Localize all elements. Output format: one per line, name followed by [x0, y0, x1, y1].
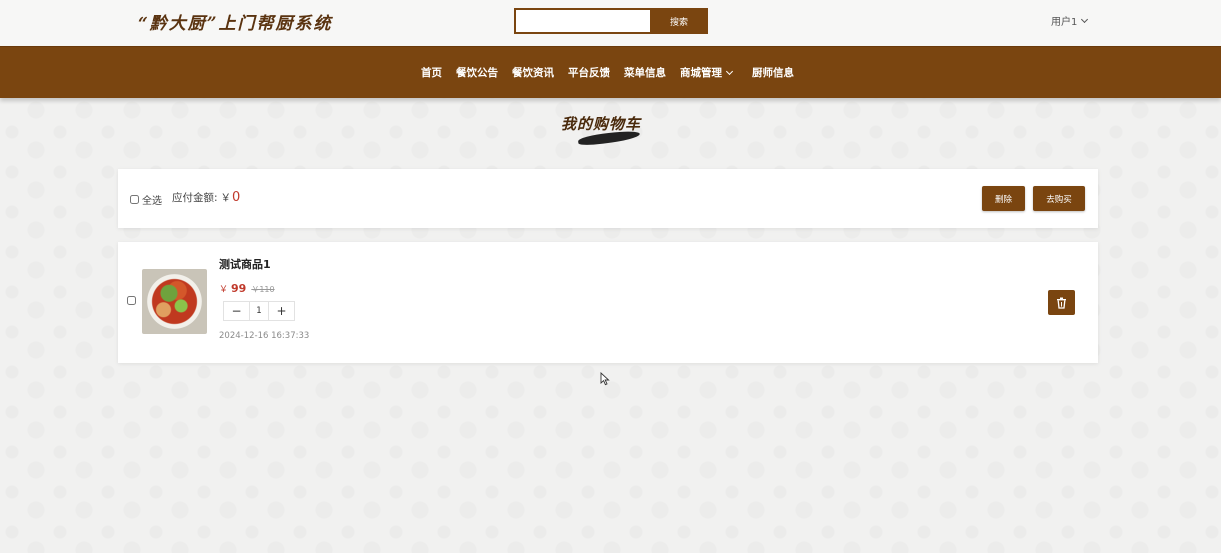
original-price: ￥110 [251, 285, 275, 294]
item-price: 99 [231, 282, 247, 295]
nav-item-home[interactable]: 首页 [421, 65, 442, 80]
nav-item-label: 餐饮公告 [456, 67, 498, 79]
item-prices: ￥ 99 ￥110 [219, 282, 275, 295]
nav-item-label: 商城管理 [680, 67, 722, 79]
site-logo[interactable]: “黔大厨”上门帮厨系统 [138, 9, 333, 34]
nav-item-label: 菜单信息 [624, 67, 666, 79]
nav-item-menu-info[interactable]: 菜单信息 [624, 65, 666, 80]
chevron-down-icon [725, 67, 734, 75]
cart-toolbar: 全选 应付金额: ￥ 0 删除 去购买 [118, 169, 1098, 228]
nav-item-news[interactable]: 餐饮资讯 [512, 65, 554, 80]
nav-item-announcements[interactable]: 餐饮公告 [456, 65, 498, 80]
nav-item-mall-management[interactable]: 商城管理 [680, 65, 734, 80]
item-added-time: 2024-12-16 16:37:33 [219, 331, 310, 341]
search-button[interactable]: 搜索 [650, 8, 708, 34]
checkout-button[interactable]: 去购买 [1033, 186, 1085, 211]
nav-item-label: 餐饮资讯 [512, 67, 554, 79]
chevron-down-icon [1081, 15, 1089, 23]
quantity-value[interactable]: 1 [249, 302, 269, 320]
trash-icon [1057, 297, 1066, 309]
search-input[interactable] [514, 8, 650, 34]
nav-item-feedback[interactable]: 平台反馈 [568, 65, 610, 80]
payable-value: 0 [232, 190, 241, 205]
nav-item-label: 厨师信息 [752, 67, 794, 79]
select-all[interactable]: 全选 [130, 192, 162, 207]
quantity-stepper: − 1 + [223, 301, 295, 321]
dish-illustration [147, 274, 202, 329]
user-menu[interactable]: 用户1 [1051, 13, 1089, 28]
cart-item: 测试商品1 ￥ 99 ￥110 − 1 + 2024-12-16 16:37:3… [118, 242, 1098, 363]
price-currency: ￥ [219, 285, 229, 295]
delete-button[interactable]: 删除 [982, 186, 1025, 211]
item-checkbox[interactable] [127, 296, 136, 305]
food-image[interactable] [142, 269, 207, 334]
increase-quantity-button[interactable]: + [269, 302, 294, 320]
payable-label: 应付金额: [172, 192, 218, 204]
nav-item-chef-info[interactable]: 厨师信息 [752, 65, 794, 80]
mouse-cursor-icon [600, 372, 610, 386]
select-all-checkbox[interactable] [130, 195, 139, 204]
page-title: 我的购物车 [561, 115, 642, 133]
search-bar: 搜索 [514, 8, 708, 34]
currency-symbol: ￥ [220, 192, 232, 204]
payable-amount: 应付金额: ￥ 0 [172, 190, 240, 205]
main-nav: 首页 餐饮公告 餐饮资讯 平台反馈 菜单信息 商城管理 厨师信息 [0, 46, 1221, 98]
top-header: “黔大厨”上门帮厨系统 搜索 用户1 [0, 0, 1221, 46]
user-menu-label: 用户1 [1051, 17, 1078, 28]
nav-item-label: 首页 [421, 67, 442, 79]
nav-item-label: 平台反馈 [568, 67, 610, 79]
select-all-label: 全选 [142, 196, 162, 207]
decrease-quantity-button[interactable]: − [224, 302, 249, 320]
item-delete-button[interactable] [1048, 290, 1075, 315]
item-name[interactable]: 测试商品1 [219, 256, 271, 272]
